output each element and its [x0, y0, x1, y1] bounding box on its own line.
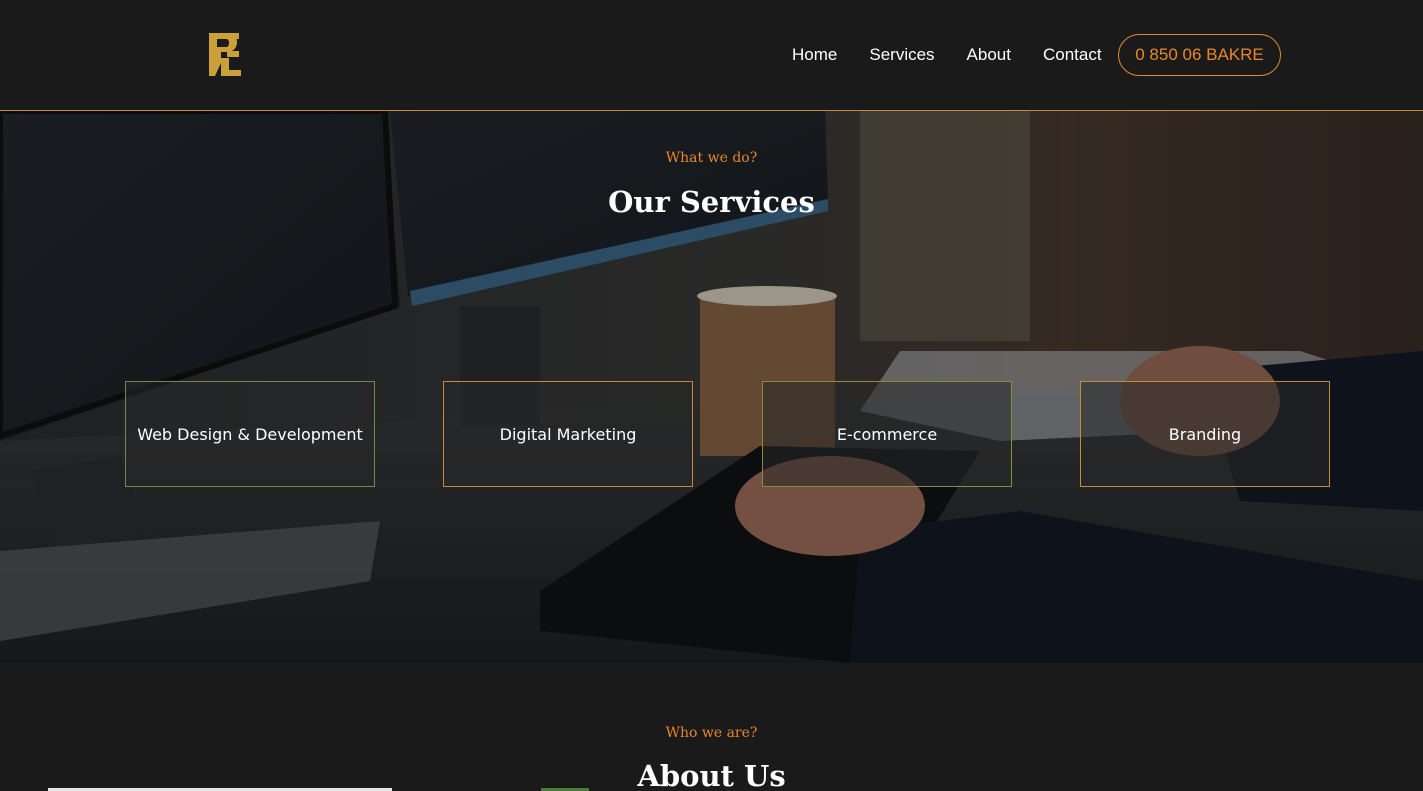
services-hero: What we do? Our Services Web Design & De…: [0, 111, 1423, 663]
about-heading: About Us: [637, 759, 786, 791]
nav-contact[interactable]: Contact: [1043, 45, 1102, 65]
phone-button[interactable]: 0 850 06 BAKRE: [1118, 34, 1281, 76]
service-card-ecommerce[interactable]: E-commerce: [762, 381, 1012, 487]
services-heading: Our Services: [608, 185, 815, 219]
site-header: Home Services About Contact 0 850 06 BAK…: [0, 0, 1423, 111]
nav-about[interactable]: About: [967, 45, 1011, 65]
about-kicker: Who we are?: [665, 725, 758, 741]
main-nav: Home Services About Contact: [792, 34, 1134, 76]
service-card-branding[interactable]: Branding: [1080, 381, 1330, 487]
service-card-web-design[interactable]: Web Design & Development: [125, 381, 375, 487]
service-card-digital-marketing[interactable]: Digital Marketing: [443, 381, 693, 487]
re-monogram-logo[interactable]: [207, 31, 241, 78]
nav-home[interactable]: Home: [792, 45, 837, 65]
services-kicker: What we do?: [665, 150, 758, 166]
about-section: Who we are? About Us: [0, 663, 1423, 791]
nav-services[interactable]: Services: [869, 45, 934, 65]
